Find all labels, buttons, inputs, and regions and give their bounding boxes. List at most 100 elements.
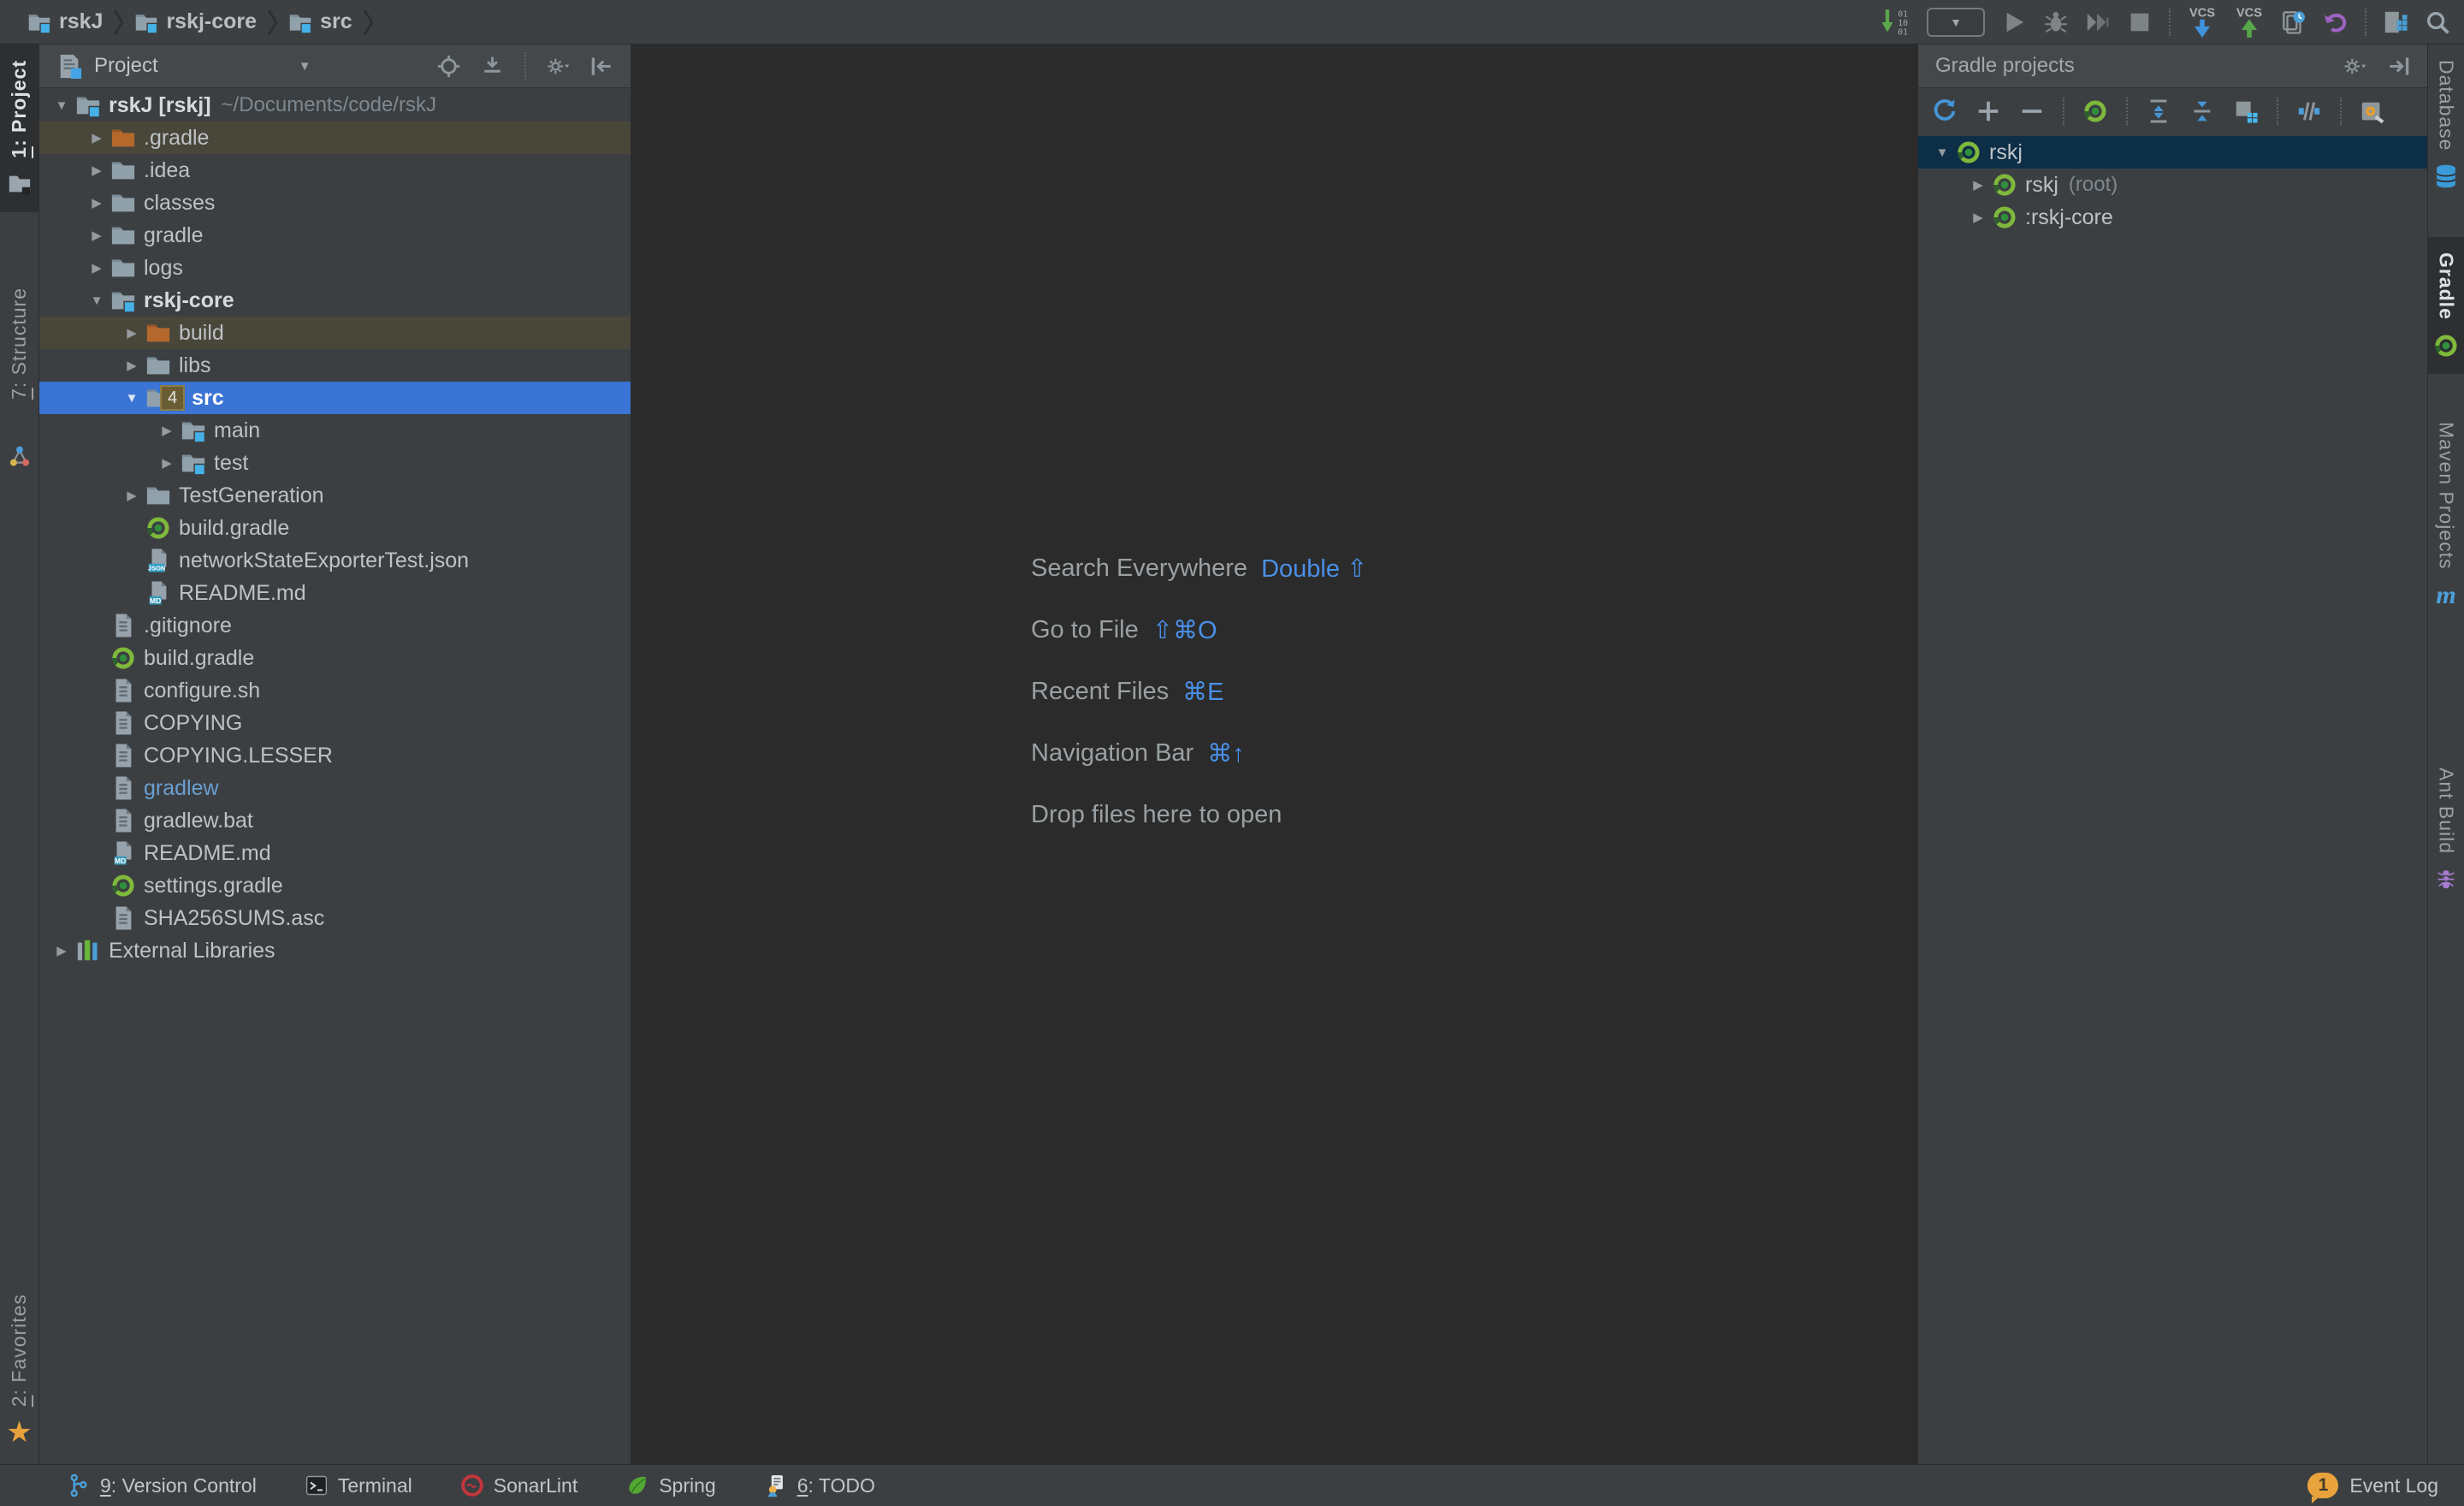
chevron-down-icon[interactable]: ▼	[83, 293, 110, 308]
binary-fetch-icon[interactable]: 011001	[1880, 3, 1910, 41]
json-file-icon: JSON	[145, 548, 171, 573]
rollback-icon[interactable]	[2323, 9, 2348, 35]
chevron-right-icon[interactable]: ▶	[1964, 210, 1992, 225]
tree-row-copying[interactable]: COPYING	[39, 707, 631, 739]
tree-row-classes[interactable]: ▶classes	[39, 187, 631, 219]
chevron-down-icon[interactable]: ▼	[1928, 145, 1956, 160]
tree-row-gradle[interactable]: ▶.gradle	[39, 122, 631, 154]
run-configuration-select[interactable]: ▼	[1927, 8, 1985, 37]
tool-strip-button-ant-build[interactable]: Ant Build	[2428, 752, 2464, 908]
ant-icon	[2433, 867, 2459, 892]
tree-item-label: build.gradle	[179, 516, 289, 541]
vcs-commit-icon[interactable]: VCS	[2234, 3, 2265, 41]
chevron-right-icon[interactable]: ▶	[83, 163, 110, 178]
breadcrumb-item-rskj[interactable]: rskJ	[27, 9, 103, 34]
tree-row-idea[interactable]: ▶.idea	[39, 154, 631, 187]
debug-icon[interactable]	[2043, 9, 2069, 35]
folder-icon	[110, 190, 136, 216]
toolbar-divider	[524, 52, 526, 80]
chevron-right-icon[interactable]: ▶	[83, 130, 110, 145]
offline-mode-icon[interactable]	[2296, 98, 2322, 124]
local-history-icon[interactable]	[2281, 9, 2307, 35]
chevron-right-icon[interactable]: ▶	[83, 228, 110, 243]
tree-row-build-gradle[interactable]: build.gradle	[39, 512, 631, 544]
collapse-all-gray-icon[interactable]	[481, 55, 504, 78]
tree-row-rskj-core[interactable]: ▶:rskj-core	[1918, 201, 2427, 234]
gradle-settings-icon[interactable]	[2360, 98, 2385, 124]
hide-left-icon[interactable]	[590, 55, 613, 78]
tree-row-gradlew[interactable]: gradlew	[39, 772, 631, 804]
tree-row-settings-gradle[interactable]: settings.gradle	[39, 869, 631, 902]
tool-strip-button-1-project[interactable]: 1: Project	[0, 44, 38, 212]
tree-row-testgeneration[interactable]: ▶TestGeneration	[39, 479, 631, 512]
status-item-terminal[interactable]: Terminal	[305, 1473, 412, 1497]
add-icon[interactable]	[1975, 98, 2001, 124]
collapse-all-icon[interactable]	[2189, 98, 2215, 124]
tree-row-sha256sums-asc[interactable]: SHA256SUMS.asc	[39, 902, 631, 934]
tree-row-gitignore[interactable]: .gitignore	[39, 609, 631, 642]
chevron-right-icon[interactable]: ▶	[83, 260, 110, 276]
tree-row-external-libraries[interactable]: ▶External Libraries	[39, 934, 631, 967]
expand-all-icon[interactable]	[2146, 98, 2171, 124]
tree-row-rskj-core[interactable]: ▼rskj-core	[39, 284, 631, 317]
vcs-update-icon[interactable]: VCS	[2187, 3, 2218, 41]
tree-row-rskj[interactable]: ▼rskj	[1918, 136, 2427, 169]
gradle-run-icon[interactable]	[2082, 98, 2108, 124]
chevron-right-icon[interactable]: ▶	[118, 488, 145, 503]
run-coverage-icon[interactable]	[2085, 9, 2111, 35]
chevron-right-icon[interactable]: ▶	[1964, 177, 1992, 193]
chevron-down-icon[interactable]: ▼	[118, 391, 145, 406]
shortcut-keys: ⇧⌘O	[1152, 615, 1217, 645]
tree-row-readme-md[interactable]: MDREADME.md	[39, 577, 631, 609]
tree-row-gradle[interactable]: ▶gradle	[39, 219, 631, 252]
tool-strip-button-database[interactable]: Database	[2428, 44, 2464, 205]
tool-strip-button-2-favorites[interactable]: 2: Favorites★	[0, 1278, 38, 1461]
tree-row-build-gradle[interactable]: build.gradle	[39, 642, 631, 674]
tree-row-rskj-rskj[interactable]: ▼rskJ [rskj]~/Documents/code/rskJ	[39, 89, 631, 122]
chevron-right-icon[interactable]: ▶	[118, 325, 145, 341]
remove-icon[interactable]	[2019, 98, 2045, 124]
tool-strip-button-maven-projects[interactable]: Maven Projectsm	[2428, 406, 2464, 624]
breadcrumb-item-rskj-core[interactable]: rskj-core	[134, 9, 257, 34]
breadcrumb-item-src[interactable]: src	[288, 9, 352, 34]
tree-row-configure-sh[interactable]: configure.sh	[39, 674, 631, 707]
refresh-icon[interactable]	[1932, 98, 1958, 124]
stop-icon[interactable]	[2127, 9, 2153, 35]
project-structure-icon[interactable]	[2383, 9, 2408, 35]
chevron-down-icon[interactable]: ▼	[48, 98, 75, 113]
tool-strip-button-gradle[interactable]: Gradle	[2428, 237, 2464, 374]
tree-row-test[interactable]: ▶test	[39, 447, 631, 479]
left-tool-strip: 1: Project 7: Structure 2: Favorites★	[0, 44, 39, 1464]
settings-gear-icon[interactable]	[547, 55, 570, 78]
tree-row-readme-md[interactable]: MDREADME.md	[39, 837, 631, 869]
chevron-right-icon[interactable]: ▶	[153, 455, 181, 471]
tree-row-rskj[interactable]: ▶rskj(root)	[1918, 169, 2427, 201]
status-item-spring[interactable]: Spring	[625, 1473, 715, 1497]
chevron-right-icon[interactable]: ▶	[48, 943, 75, 958]
chevron-right-icon[interactable]: ▶	[153, 423, 181, 438]
tree-row-libs[interactable]: ▶libs	[39, 349, 631, 382]
tree-row-main[interactable]: ▶main	[39, 414, 631, 447]
locate-icon[interactable]	[437, 55, 460, 78]
search-icon[interactable]	[2425, 9, 2450, 35]
tree-row-logs[interactable]: ▶logs	[39, 252, 631, 284]
run-icon[interactable]	[2001, 9, 2027, 35]
chevron-right-icon[interactable]: ▶	[83, 195, 110, 210]
status-item-9-version-control[interactable]: 9: Version Control	[67, 1473, 257, 1497]
gradle-panel-header: Gradle projects	[1918, 44, 2427, 88]
chevron-right-icon[interactable]: ▶	[118, 358, 145, 373]
tree-row-networkstateexportertest-json[interactable]: JSONnetworkStateExporterTest.json	[39, 544, 631, 577]
status-item-6-todo[interactable]: 6: TODO	[764, 1473, 875, 1497]
status-item-sonarlint[interactable]: SonarLint	[460, 1473, 578, 1497]
editor-area[interactable]: Search EverywhereDouble ⇧Go to File⇧⌘ORe…	[631, 44, 1917, 1464]
tree-row-src[interactable]: ▼4src	[39, 382, 631, 414]
tool-strip-button-7-structure[interactable]: 7: Structure	[0, 272, 38, 485]
event-log-widget[interactable]: 1 Event Log	[2307, 1473, 2438, 1498]
settings-gear-icon[interactable]	[2343, 55, 2366, 78]
hide-right-icon[interactable]	[2387, 55, 2410, 78]
tree-row-build[interactable]: ▶build	[39, 317, 631, 349]
tree-row-gradlew-bat[interactable]: gradlew.bat	[39, 804, 631, 837]
chevron-down-icon[interactable]: ▼	[299, 59, 311, 74]
group-modules-icon[interactable]	[2233, 98, 2259, 124]
tree-row-copying-lesser[interactable]: COPYING.LESSER	[39, 739, 631, 772]
